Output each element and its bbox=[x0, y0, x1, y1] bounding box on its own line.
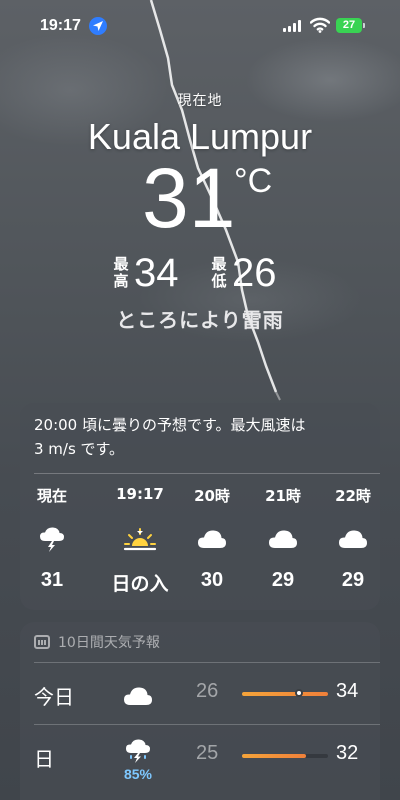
card-divider bbox=[34, 473, 380, 474]
ten-day-title: 10日間天気予報 bbox=[58, 635, 160, 651]
high-temperature: 最 高 34 bbox=[112, 251, 179, 295]
low-label-char-2: 低 bbox=[211, 272, 227, 290]
low-temperature: 最 低 26 bbox=[210, 251, 277, 295]
day-row-today[interactable]: 今日 26 34 bbox=[20, 670, 380, 720]
temperature-range-bar bbox=[242, 754, 328, 758]
hour-temperature: 29 bbox=[341, 569, 365, 591]
day-name: 今日 bbox=[34, 685, 74, 709]
low-label-char-1: 最 bbox=[211, 256, 227, 273]
hour-item-20: 20時 30 bbox=[182, 485, 242, 592]
hour-temperature: 29 bbox=[271, 569, 295, 591]
hour-label: 19:17 bbox=[116, 485, 164, 503]
weather-condition: ところにより雷雨 bbox=[116, 308, 284, 332]
high-low-row: 最 高 34 最 低 26 bbox=[0, 252, 400, 300]
current-temperature: 31 bbox=[142, 151, 236, 245]
sunset-icon bbox=[100, 519, 180, 559]
hour-label: 21時 bbox=[265, 487, 301, 505]
hour-temperature: 日の入 bbox=[111, 573, 169, 595]
current-weather-header: 現在地 Kuala Lumpur 31 °C 最 高 34 最 低 26 ところ… bbox=[0, 90, 400, 333]
day-high: 34 bbox=[336, 680, 359, 702]
status-time: 19:17 bbox=[40, 17, 81, 34]
hourly-summary: 20:00 頃に曇りの予想です。最大風速は 3 m/s です。 bbox=[34, 413, 370, 461]
daily-divider bbox=[34, 662, 380, 663]
temperature-unit: °C bbox=[234, 162, 273, 200]
wifi-icon bbox=[310, 17, 330, 33]
hour-item-22: 22時 29 bbox=[323, 485, 383, 592]
temperature-range-fill bbox=[242, 692, 328, 696]
summary-line-1: 20:00 頃に曇りの予想です。最大風速は bbox=[34, 416, 306, 434]
calendar-icon bbox=[34, 635, 50, 649]
hour-temperature: 31 bbox=[40, 569, 64, 591]
status-bar: 19:17 27 bbox=[0, 0, 400, 44]
hour-temperature: 30 bbox=[200, 569, 224, 591]
cloud-icon bbox=[118, 676, 158, 712]
day-low: 25 bbox=[196, 742, 219, 764]
day-row-sunday[interactable]: 日 85% 25 32 bbox=[20, 732, 380, 782]
hourly-forecast-card[interactable]: 20:00 頃に曇りの予想です。最大風速は 3 m/s です。 現在 31 19… bbox=[20, 403, 380, 610]
high-label-char-1: 最 bbox=[113, 256, 129, 273]
cloud-icon bbox=[323, 519, 383, 559]
temperature-range-fill bbox=[242, 754, 306, 758]
day-high: 32 bbox=[336, 742, 359, 764]
current-temperature-row: 31 °C bbox=[0, 154, 400, 246]
cloud-icon bbox=[253, 519, 313, 559]
location-arrow-icon bbox=[89, 17, 107, 35]
thunderstorm-icon: 85% bbox=[118, 738, 158, 782]
battery-cap bbox=[363, 23, 365, 28]
hour-item-now: 現在 31 bbox=[22, 485, 82, 592]
low-label: 最 低 bbox=[210, 256, 228, 290]
battery-indicator: 27 bbox=[336, 18, 362, 33]
location-label: 現在地 bbox=[177, 93, 223, 109]
cellular-signal-icon bbox=[283, 20, 301, 32]
battery-level: 27 bbox=[342, 19, 356, 31]
ten-day-forecast-card[interactable]: 10日間天気予報 今日 26 34 日 85% 25 32 bbox=[20, 622, 380, 800]
hour-label: 22時 bbox=[335, 487, 371, 505]
day-low: 26 bbox=[196, 680, 219, 702]
low-value: 26 bbox=[232, 251, 277, 295]
summary-line-2: 3 m/s です。 bbox=[34, 440, 125, 458]
hour-item-sunset: 19:17 日の入 bbox=[100, 485, 180, 596]
precipitation-chance: 85% bbox=[123, 766, 153, 782]
ten-day-header: 10日間天気予報 bbox=[34, 632, 160, 652]
thunderstorm-icon bbox=[22, 519, 82, 559]
daily-divider bbox=[34, 724, 380, 725]
current-temperature-marker bbox=[294, 689, 303, 697]
day-name: 日 bbox=[34, 747, 54, 771]
high-label-char-2: 高 bbox=[113, 272, 129, 290]
temperature-range-bar bbox=[242, 689, 328, 697]
cloud-icon bbox=[182, 519, 242, 559]
hour-label: 現在 bbox=[36, 487, 67, 505]
hour-item-21: 21時 29 bbox=[253, 485, 313, 592]
hour-label: 20時 bbox=[194, 487, 230, 505]
high-label: 最 高 bbox=[112, 256, 130, 290]
high-value: 34 bbox=[134, 251, 179, 295]
